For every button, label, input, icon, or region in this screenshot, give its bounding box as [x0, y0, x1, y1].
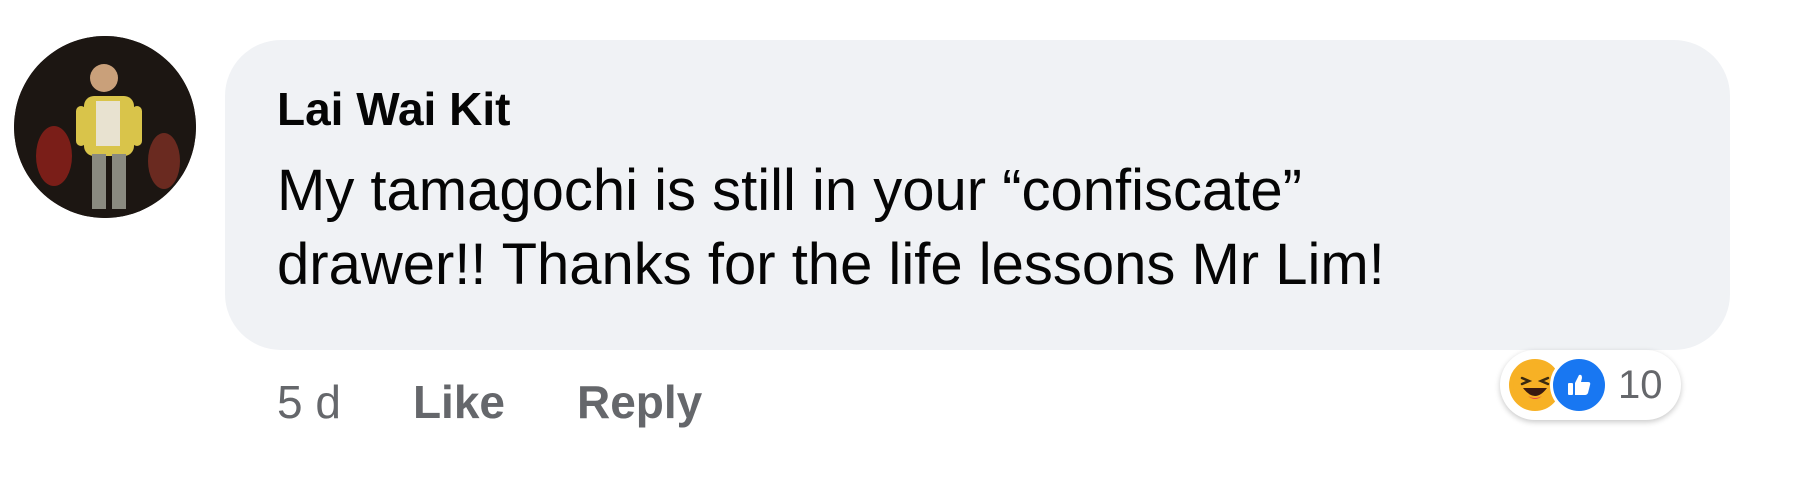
avatar-photo: [14, 36, 196, 218]
comment-text-line: drawer!! Thanks for the life lessons Mr …: [277, 232, 1385, 297]
like-reaction-icon: [1550, 356, 1608, 414]
comment-author[interactable]: Lai Wai Kit: [277, 82, 510, 136]
comment-actions: 5 d Like Reply: [277, 372, 702, 432]
comment: Lai Wai Kit My tamagochi is still in you…: [0, 0, 1812, 480]
comment-text: My tamagochi is still in your “confiscat…: [277, 154, 1697, 302]
reactions-summary[interactable]: 10: [1500, 350, 1681, 420]
reply-button[interactable]: Reply: [577, 375, 702, 429]
reaction-count: 10: [1618, 362, 1663, 407]
comment-text-line: My tamagochi is still in your “confiscat…: [277, 158, 1302, 223]
comment-bubble: Lai Wai Kit My tamagochi is still in you…: [225, 40, 1730, 350]
comment-timestamp[interactable]: 5 d: [277, 375, 341, 429]
avatar[interactable]: [14, 36, 196, 218]
like-button[interactable]: Like: [413, 375, 505, 429]
